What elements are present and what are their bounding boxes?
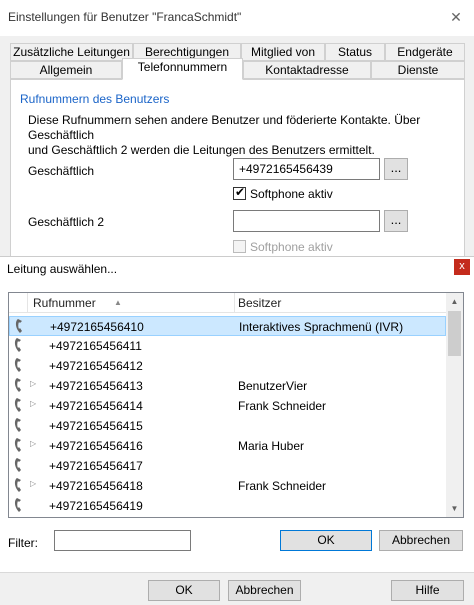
scrollbar-thumb[interactable] — [448, 311, 461, 356]
table-row[interactable]: +4972165456417 — [9, 456, 446, 476]
row-number: +4972165456410 — [50, 320, 144, 334]
column-header-owner[interactable]: Besitzer — [238, 296, 281, 310]
row-number: +4972165456416 — [49, 439, 143, 453]
section-heading: Rufnummern des Benutzers — [20, 92, 170, 106]
tab-endgeraete[interactable]: Endgeräte — [385, 43, 465, 61]
select-cancel-button[interactable]: Abbrechen — [379, 530, 463, 551]
business-phone-2-browse-button[interactable]: ... — [384, 210, 408, 232]
business-phone-2-label: Geschäftlich 2 — [28, 215, 105, 229]
table-row[interactable]: +4972165456411 — [9, 336, 446, 356]
row-owner: Frank Schneider — [238, 399, 327, 413]
phone-handset-icon — [14, 418, 21, 432]
table-row[interactable]: ▷ +4972165456414 Frank Schneider — [9, 396, 446, 416]
table-row[interactable]: ▷ +4972165456413 BenutzerVier — [9, 376, 446, 396]
phone-handset-icon — [15, 319, 22, 333]
softphone-label: Softphone aktiv — [250, 187, 333, 201]
close-icon[interactable]: ✕ — [446, 8, 466, 26]
table-row[interactable]: +4972165456415 — [9, 416, 446, 436]
phone-handset-icon — [14, 358, 21, 372]
row-owner: Maria Huber — [238, 439, 305, 453]
main-cancel-button[interactable]: Abbrechen — [228, 580, 301, 601]
phone-handset-icon — [14, 338, 21, 352]
row-number: +4972165456417 — [49, 459, 143, 473]
divider — [0, 572, 474, 573]
tab-status[interactable]: Status — [325, 43, 385, 61]
softphone-2-checkbox[interactable] — [233, 240, 246, 253]
phone-handset-icon — [14, 398, 21, 412]
table-row[interactable]: ▷ +4972165456416 Maria Huber — [9, 436, 446, 456]
row-number: +4972165456412 — [49, 359, 143, 373]
tab-kontaktadresse[interactable]: Kontaktadresse — [243, 61, 371, 79]
filter-input[interactable] — [54, 530, 191, 551]
sort-ascending-icon: ▲ — [114, 298, 122, 307]
user-settings-title: Einstellungen für Benutzer "FrancaSchmid… — [8, 10, 242, 24]
row-owner: Frank Schneider — [238, 479, 327, 493]
table-row[interactable]: +4972165456412 — [9, 356, 446, 376]
phone-handset-icon — [14, 378, 21, 392]
softphone-2-label: Softphone aktiv — [250, 240, 333, 254]
table-row[interactable]: ▷ +4972165456418 Frank Schneider — [9, 476, 446, 496]
phone-handset-icon — [14, 438, 21, 452]
main-ok-button[interactable]: OK — [148, 580, 220, 601]
table-row[interactable]: +4972165456410 Interaktives Sprachmenü (… — [9, 316, 446, 336]
row-owner: BenutzerVier — [238, 379, 308, 393]
business-phone-browse-button[interactable]: ... — [384, 158, 408, 180]
checkmark-icon: ✔ — [235, 185, 246, 199]
business-phone-2-input[interactable] — [233, 210, 380, 232]
description-line: Diese Rufnummern sehen andere Benutzer u… — [28, 113, 421, 142]
expand-arrow-icon[interactable]: ▷ — [30, 399, 36, 408]
row-number: +4972165456413 — [49, 379, 143, 393]
filter-label: Filter: — [8, 536, 38, 550]
scroll-up-arrow-icon[interactable]: ▲ — [446, 293, 463, 310]
tab-zusaetzliche-leitungen[interactable]: Zusätzliche Leitungen — [10, 43, 133, 61]
softphone-checkbox[interactable]: ✔ — [233, 185, 246, 200]
close-icon[interactable]: x — [454, 259, 470, 275]
phone-handset-icon — [14, 458, 21, 472]
expand-arrow-icon[interactable]: ▷ — [30, 439, 36, 448]
column-header-number[interactable]: Rufnummer — [33, 296, 96, 310]
select-ok-button[interactable]: OK — [280, 530, 372, 551]
expand-arrow-icon[interactable]: ▷ — [30, 379, 36, 388]
tab-telefonnummern[interactable]: Telefonnummern — [122, 58, 243, 80]
column-divider — [234, 293, 235, 313]
description-line: und Geschäftlich 2 werden die Leitungen … — [28, 143, 375, 157]
help-button[interactable]: Hilfe — [391, 580, 464, 601]
tab-mitglied-von[interactable]: Mitglied von — [241, 43, 325, 61]
scroll-down-arrow-icon[interactable]: ▼ — [446, 500, 463, 517]
tab-allgemein[interactable]: Allgemein — [10, 61, 122, 79]
business-phone-label: Geschäftlich — [28, 164, 95, 178]
expand-arrow-icon[interactable]: ▷ — [30, 479, 36, 488]
phone-handset-icon — [14, 498, 21, 512]
row-number: +4972165456418 — [49, 479, 143, 493]
business-phone-input[interactable]: +4972165456439 — [233, 158, 380, 180]
column-divider — [27, 293, 28, 313]
tab-dienste[interactable]: Dienste — [371, 61, 465, 79]
table-row[interactable]: +4972165456419 — [9, 496, 446, 517]
section-description: Diese Rufnummern sehen andere Benutzer u… — [28, 113, 448, 158]
row-owner: Interaktives Sprachmenü (IVR) — [239, 320, 404, 334]
line-select-title: Leitung auswählen... — [7, 262, 118, 276]
row-number: +4972165456411 — [49, 339, 142, 353]
row-number: +4972165456414 — [49, 399, 143, 413]
phone-handset-icon — [14, 478, 21, 492]
row-number: +4972165456419 — [49, 499, 143, 513]
row-number: +4972165456415 — [49, 419, 143, 433]
